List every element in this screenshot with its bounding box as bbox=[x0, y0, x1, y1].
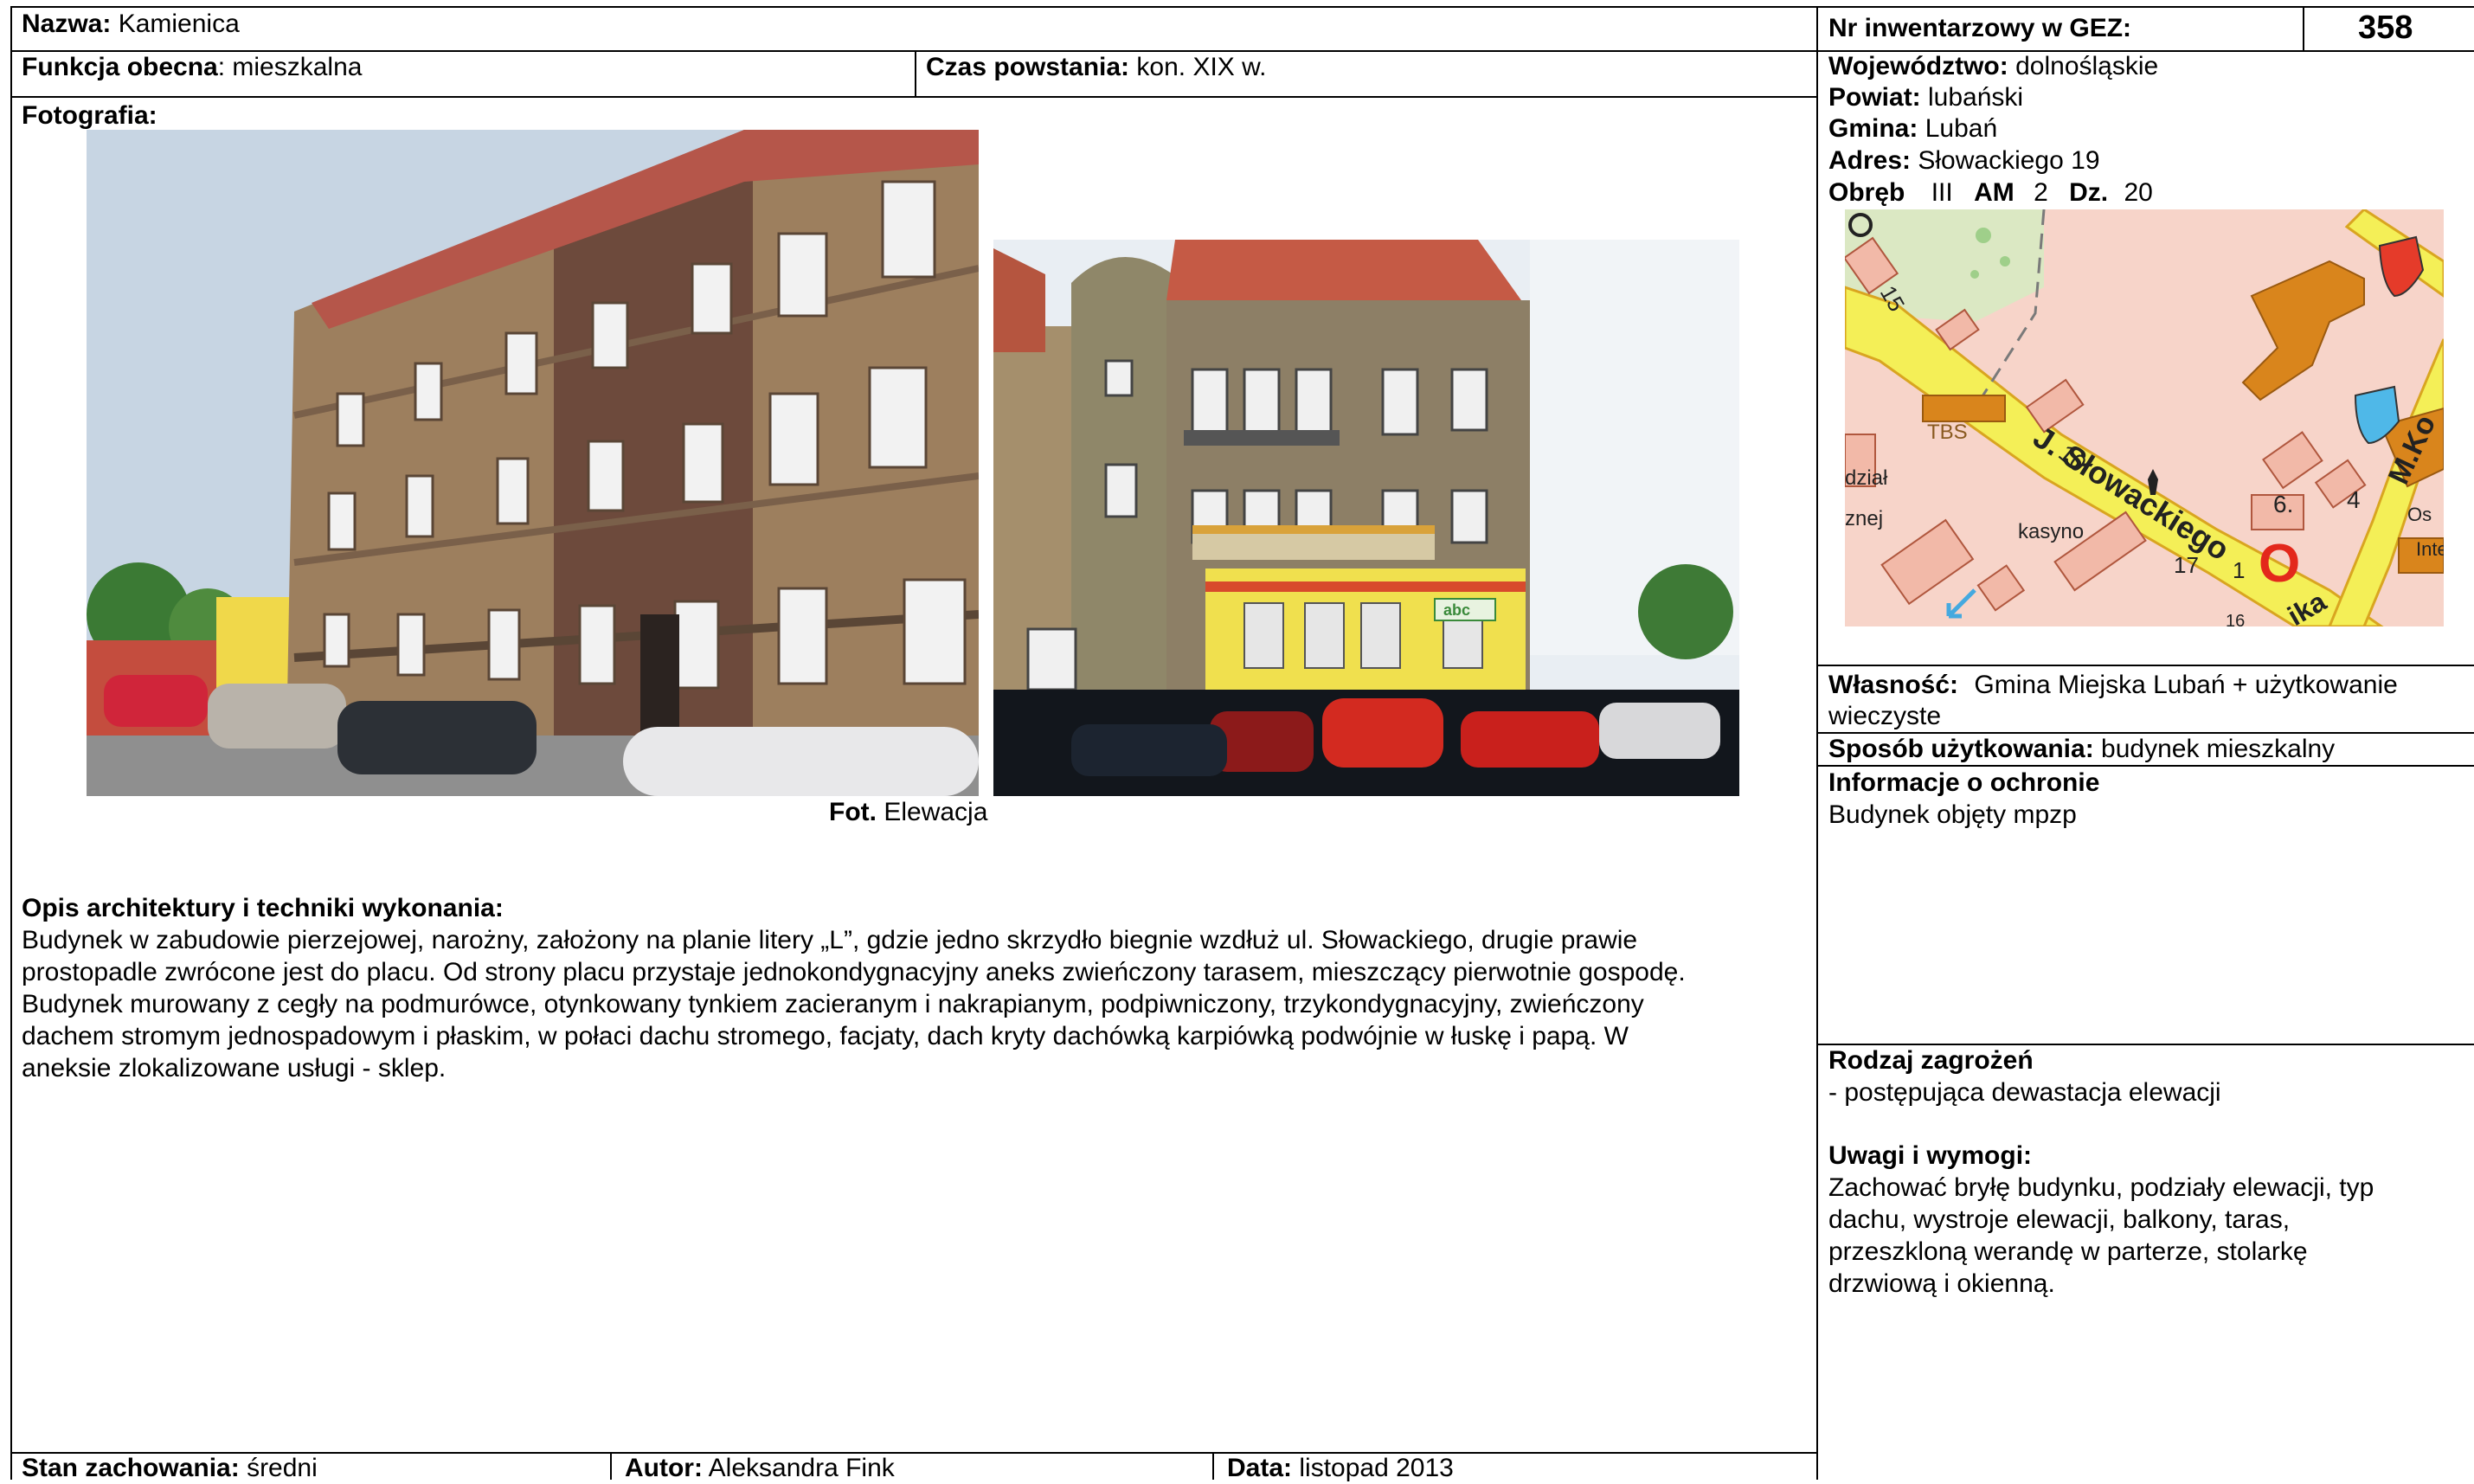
address-label: Adres: bbox=[1828, 146, 1912, 175]
dz-label: Dz. bbox=[2069, 178, 2109, 207]
construction-date-field: Czas powstania: kon. XIX w. bbox=[926, 52, 1266, 83]
ownership-field: Własność: Gmina Miejska Lubań + użytkowa… bbox=[1828, 670, 2398, 701]
condition-value: średni bbox=[247, 1454, 318, 1482]
map-label-4: 4 bbox=[2347, 486, 2361, 513]
author-label: Autor: bbox=[625, 1454, 703, 1482]
voivodeship-field: Województwo: dolnośląskie bbox=[1828, 51, 2158, 82]
map-label-dzial: dział bbox=[1845, 466, 1888, 490]
facade-photo-left bbox=[87, 130, 979, 796]
voivodeship-value: dolnośląskie bbox=[2015, 52, 2159, 80]
commune-field: Gmina: Lubań bbox=[1828, 113, 1997, 145]
protection-label: Informacje o ochronie bbox=[1828, 768, 2100, 797]
map-label-17: 17 bbox=[2174, 552, 2199, 578]
author-value: Aleksandra Fink bbox=[708, 1454, 895, 1482]
function-label: Funkcja obecna bbox=[22, 53, 218, 81]
dz-value: 20 bbox=[2124, 178, 2153, 207]
usage-label: Sposób użytkowania: bbox=[1828, 735, 2094, 763]
function-value: : mieszkalna bbox=[217, 53, 363, 81]
map-label-16: 16 bbox=[2226, 612, 2245, 626]
remarks-line-3: przeszkloną werandę w parterze, stolarkę bbox=[1828, 1237, 2308, 1266]
ownership-value-line2: wieczyste bbox=[1828, 702, 1942, 730]
ownership-value-line1: Gmina Miejska Lubań + użytkowanie bbox=[1974, 671, 2398, 699]
remarks-line-4: drzwiową i okienną. bbox=[1828, 1269, 2055, 1298]
photo-caption: Fot. Elewacja bbox=[829, 797, 987, 828]
grid-line-left bbox=[10, 6, 12, 1480]
map-label-os: Os bbox=[2407, 504, 2432, 525]
description-line-1: Budynek w zabudowie pierzejowej, narożny… bbox=[22, 926, 1638, 954]
obreb-value: III bbox=[1931, 178, 1953, 207]
name-field: Nazwa: Kamienica bbox=[22, 9, 240, 40]
commune-label: Gmina: bbox=[1828, 114, 1918, 143]
condition-label: Stan zachowania: bbox=[22, 1454, 240, 1482]
grid-line-main-split bbox=[1816, 6, 1818, 1480]
location-map: O 15 TBS 10 J. Słowackiego kasyno 17 1 6… bbox=[1845, 209, 2444, 626]
name-value: Kamienica bbox=[118, 10, 240, 38]
am-label: AM bbox=[1974, 178, 2015, 207]
location-map-svg: O 15 TBS 10 J. Słowackiego kasyno 17 1 6… bbox=[1845, 209, 2444, 626]
remarks-label: Uwagi i wymogi: bbox=[1828, 1141, 2033, 1170]
description-title: Opis architektury i techniki wykonania: bbox=[22, 894, 504, 922]
address-field: Adres: Słowackiego 19 bbox=[1828, 145, 2100, 177]
grid-line-top bbox=[10, 6, 2474, 8]
footer-date-value: listopad 2013 bbox=[1299, 1454, 1454, 1482]
photo-caption-value: Elewacja bbox=[884, 798, 988, 826]
map-label-6: 6. bbox=[2273, 491, 2293, 517]
grid-line-right-protection bbox=[1817, 765, 2474, 767]
name-label: Nazwa: bbox=[22, 10, 112, 38]
cadastral-field: Obręb III AM 2 Dz. 20 bbox=[1828, 177, 2153, 209]
county-value: lubański bbox=[1928, 83, 2024, 112]
map-label-inte: Inte bbox=[2416, 538, 2444, 560]
grid-line-function-split bbox=[915, 50, 916, 96]
remarks-line-1: Zachować bryłę budynku, podziały elewacj… bbox=[1828, 1173, 2374, 1202]
map-label-tbs: TBS bbox=[1927, 421, 1968, 444]
shop-sign: abc bbox=[1443, 601, 1470, 619]
grid-line-inventory-split bbox=[2303, 6, 2304, 50]
usage-value: budynek mieszkalny bbox=[2101, 735, 2336, 763]
map-label-kasyno: kasyno bbox=[2018, 520, 2084, 543]
address-value: Słowackiego 19 bbox=[1918, 146, 2100, 175]
remarks-line-2: dachu, wystroje elewacji, balkony, taras… bbox=[1828, 1205, 2291, 1234]
inventory-label: Nr inwentarzowy w GEZ: bbox=[1828, 14, 2132, 42]
grid-line-footer-split-2 bbox=[1212, 1452, 1214, 1480]
map-label-1: 1 bbox=[2233, 557, 2245, 583]
threats-label: Rodzaj zagrożeń bbox=[1828, 1046, 2034, 1075]
facade-photo-right: abc bbox=[993, 240, 1739, 796]
description-line-5: aneksie zlokalizowane usługi - sklep. bbox=[22, 1054, 447, 1082]
voivodeship-label: Województwo: bbox=[1828, 52, 2008, 80]
ownership-label: Własność: bbox=[1828, 671, 1959, 699]
grid-line-row3 bbox=[10, 96, 1817, 98]
footer-date-label: Data: bbox=[1227, 1454, 1293, 1482]
location-marker-icon: O bbox=[2259, 534, 2300, 594]
grid-line-right-ownership bbox=[1817, 665, 2474, 666]
usage-field: Sposób użytkowania: budynek mieszkalny bbox=[1828, 734, 2335, 765]
threats-value: - postępująca dewastacja elewacji bbox=[1828, 1078, 2221, 1107]
commune-value: Lubań bbox=[1925, 114, 1998, 143]
construction-date-label: Czas powstania: bbox=[926, 53, 1130, 81]
description-line-4: dachem stromym jednospadowym i płaskim, … bbox=[22, 1022, 1629, 1050]
description-line-3: Budynek murowany z cegły na podmurówce, … bbox=[22, 990, 1644, 1018]
am-value: 2 bbox=[2034, 178, 2048, 207]
protection-value: Budynek objęty mpzp bbox=[1828, 800, 2077, 829]
county-label: Powiat: bbox=[1828, 83, 1921, 112]
function-field: Funkcja obecna: mieszkalna bbox=[22, 52, 362, 83]
construction-date-value: kon. XIX w. bbox=[1136, 53, 1267, 81]
description-line-2: prostopadle zwrócone jest do placu. Od s… bbox=[22, 958, 1686, 986]
grid-line-footer-split-1 bbox=[610, 1452, 612, 1480]
map-label-nej: znej bbox=[1845, 507, 1883, 530]
photo-label: Fotografia: bbox=[22, 101, 157, 130]
obreb-label: Obręb bbox=[1828, 178, 1905, 207]
photo-caption-label: Fot. bbox=[829, 798, 877, 826]
inventory-number: 358 bbox=[2358, 10, 2413, 46]
county-field: Powiat: lubański bbox=[1828, 82, 2023, 113]
